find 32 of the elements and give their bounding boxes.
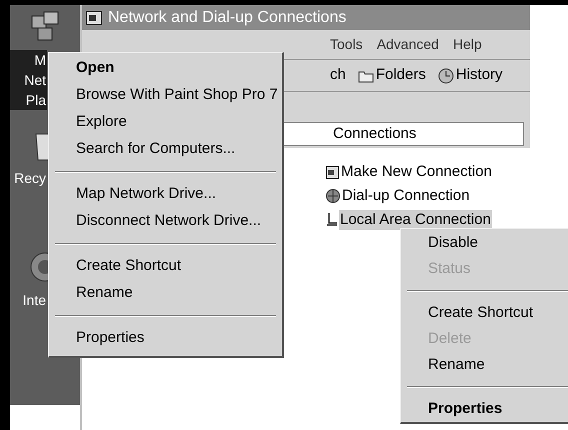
menu-bar-item[interactable]: Tools	[330, 34, 363, 55]
menu-item[interactable]: Properties	[49, 325, 282, 352]
menu-item[interactable]: Search for Computers...	[49, 136, 282, 163]
toolbar-button[interactable]: History	[438, 64, 503, 87]
globe-icon	[326, 189, 340, 203]
toolbar-button[interactable]: ch	[330, 64, 346, 87]
menu-item[interactable]: Create Shortcut	[401, 300, 568, 326]
window-icon	[326, 166, 339, 178]
menu-item[interactable]: Rename	[49, 280, 282, 307]
connection-item[interactable]: Dial-up Connection	[341, 186, 471, 206]
menu-bar-item[interactable]: Advanced	[376, 34, 439, 55]
folder-icon	[358, 68, 374, 82]
menu-item[interactable]: Explore	[49, 109, 282, 136]
toolbar-button[interactable]: Folders	[358, 64, 426, 87]
menu-item[interactable]: Properties	[401, 396, 568, 422]
connection-item[interactable]: Local Area Connection	[339, 210, 492, 230]
window-icon	[86, 10, 102, 24]
menu-item[interactable]: Rename	[401, 352, 568, 378]
window-title: Network and Dial-up Connections	[108, 8, 346, 28]
desktop-icon-label: M Net Pla	[10, 50, 47, 110]
menu-item[interactable]: Create Shortcut	[49, 253, 282, 280]
menu-item[interactable]: Browse With Paint Shop Pro 7	[49, 82, 282, 109]
desktop-icon-label: Inte	[22, 291, 47, 310]
menu-item[interactable]: Disconnect Network Drive...	[49, 208, 282, 235]
menu-bar-item[interactable]: Help	[452, 34, 482, 55]
menu-item[interactable]: Disable	[401, 230, 568, 256]
menu-item[interactable]: Map Network Drive...	[49, 181, 282, 208]
menu-item[interactable]: Open	[49, 55, 282, 82]
clock-icon	[438, 68, 454, 84]
connection-item[interactable]: Make New Connection	[340, 162, 493, 182]
address-field[interactable]: Connections	[282, 122, 524, 146]
desktop-icon-label: Recy	[13, 169, 47, 188]
